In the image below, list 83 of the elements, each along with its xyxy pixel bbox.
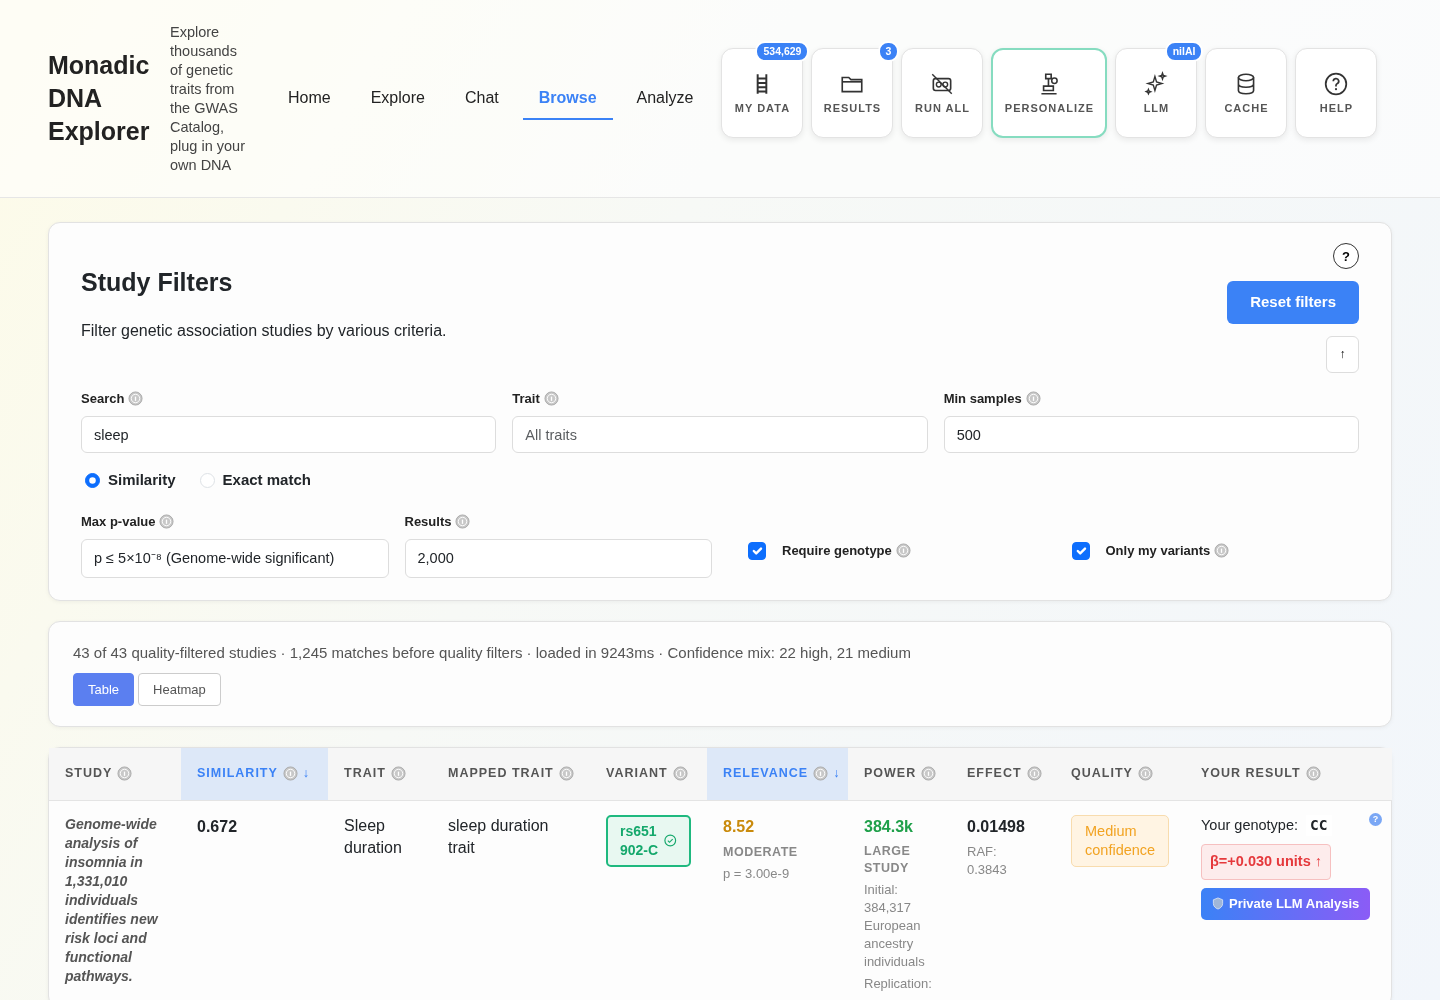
- radio-button[interactable]: [85, 472, 100, 488]
- quality-badge: Medium confidence: [1071, 814, 1170, 867]
- toolbar-button[interactable]: RUN ALL: [901, 47, 984, 138]
- column-header[interactable]: MAPPED TRAIT: [432, 748, 590, 800]
- info-icon[interactable]: [1137, 766, 1153, 782]
- count-badge: 534,629: [755, 40, 810, 62]
- dropdown[interactable]: 2,000: [404, 539, 712, 578]
- private-llm-analysis-button[interactable]: Private LLM Analysis: [1201, 888, 1371, 920]
- info-icon[interactable]: [455, 513, 471, 529]
- relevance-level: MODERATE: [723, 843, 799, 861]
- info-icon[interactable]: [558, 766, 574, 782]
- count-badge: 3: [877, 40, 900, 62]
- sample-detail: Initial: 384,317 European ancestry individuals: [864, 880, 926, 971]
- toolbar-button[interactable]: CACHE: [1205, 47, 1288, 138]
- study-title: Genome-wide analysis of insomnia in 1,331,010 individuals identifies new risk loci and functional pathways.: [65, 814, 160, 986]
- info-icon[interactable]: [159, 513, 175, 529]
- field-label: Max p-value: [81, 512, 156, 531]
- column-header[interactable]: EFFECT: [951, 748, 1055, 800]
- field-label: Search: [81, 389, 125, 408]
- input-field[interactable]: 500: [943, 416, 1359, 453]
- effect-badge: β=+0.030 units ↑: [1201, 844, 1331, 880]
- view-tab[interactable]: Heatmap: [138, 672, 221, 706]
- checkbox-label: Only my variants: [1105, 541, 1211, 560]
- info-icon[interactable]: [921, 766, 937, 782]
- info-icon[interactable]: [128, 390, 144, 406]
- input-field[interactable]: All traits: [512, 416, 928, 453]
- raf-value: RAF: 0.3843: [967, 842, 1008, 879]
- power-value: 384.3k: [864, 816, 914, 837]
- app-tagline: Explore thousands of genetic traits from the GWAS Catalog, plug in your own DNA: [170, 22, 246, 175]
- radio-label: Similarity: [108, 470, 176, 490]
- checkbox[interactable]: [748, 541, 766, 560]
- dropdown[interactable]: p ≤ 5×10⁻⁸ (Genome-wide significant): [81, 539, 389, 578]
- info-icon[interactable]: [895, 543, 911, 558]
- field-label: Min samples: [943, 389, 1022, 408]
- field-label: Trait: [512, 389, 540, 408]
- column-header[interactable]: VARIANT: [590, 748, 707, 800]
- relevance-score: 8.52: [723, 816, 756, 837]
- info-icon[interactable]: [1026, 766, 1042, 782]
- trait-text: Sleep duration: [344, 815, 403, 858]
- info-icon[interactable]: [117, 766, 133, 782]
- column-header[interactable]: YOUR RESULT: [1185, 748, 1392, 800]
- results-summary: 43 of 43 quality-filtered studies · 1,245 matches before quality filters · loaded in 9243ms · Confidence mix: 22 high, 21 medium: [73, 643, 912, 663]
- nav-link[interactable]: Analyze: [620, 77, 710, 120]
- toolbar-button[interactable]: PERSONALIZE: [991, 47, 1108, 138]
- view-tab[interactable]: Table: [73, 672, 135, 706]
- count-badge: nilAI: [1164, 40, 1204, 62]
- info-icon[interactable]: [390, 766, 406, 782]
- checkbox-label: Require genotype: [782, 541, 892, 560]
- info-icon[interactable]: [1305, 766, 1321, 782]
- section-title: Study Filters: [81, 267, 234, 297]
- column-header[interactable]: TRAIT: [328, 748, 432, 800]
- p-value: p = 3.00e-9: [723, 865, 791, 884]
- radio-label: Exact match: [222, 470, 311, 490]
- help-button[interactable]: ?: [1333, 243, 1359, 269]
- field-label: Results: [404, 512, 452, 531]
- help-icon: [1323, 71, 1350, 97]
- nav-link[interactable]: Chat: [448, 77, 515, 120]
- scroll-up-button[interactable]: ↑: [1326, 335, 1359, 373]
- nav-link[interactable]: Home: [272, 77, 347, 120]
- column-header[interactable]: QUALITY: [1055, 748, 1185, 800]
- shield-icon: [1212, 897, 1224, 911]
- power-level: LARGE STUDY: [864, 842, 912, 877]
- genotype-label: Your genotype:: [1201, 815, 1299, 835]
- info-icon[interactable]: [543, 390, 559, 406]
- reset-filters-button[interactable]: Reset filters: [1227, 281, 1359, 324]
- input-field[interactable]: sleep: [81, 416, 497, 453]
- info-icon[interactable]: [282, 766, 298, 782]
- info-icon[interactable]: [1214, 543, 1230, 558]
- section-description: Filter genetic association studies by various criteria.: [81, 321, 447, 341]
- nav-link[interactable]: Explore: [354, 77, 441, 120]
- sample-detail: Replication:: [864, 974, 933, 993]
- nav-link[interactable]: Browse: [522, 77, 613, 120]
- effect-value: 0.01498: [967, 816, 1026, 837]
- column-header[interactable]: POWER: [848, 748, 951, 800]
- info-icon[interactable]: [813, 766, 829, 782]
- mapped-trait-text: sleep duration trait: [448, 815, 550, 858]
- app-title: Monadic DNA Explorer: [48, 50, 151, 147]
- column-header[interactable]: STUDY: [49, 748, 181, 800]
- checkbox[interactable]: [1071, 541, 1090, 560]
- info-icon[interactable]: [672, 766, 688, 782]
- toolbar-button[interactable]: HELP: [1295, 47, 1378, 138]
- info-icon[interactable]: [1025, 390, 1041, 406]
- similarity-score: 0.672: [197, 816, 239, 837]
